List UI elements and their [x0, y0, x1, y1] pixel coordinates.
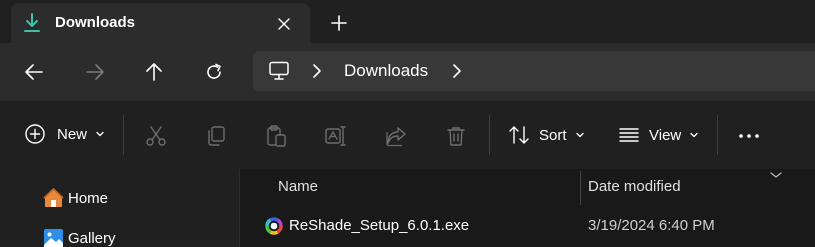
- tab-downloads[interactable]: Downloads: [11, 3, 310, 43]
- new-tab-button[interactable]: [328, 12, 350, 34]
- sidebar-item-label: Home: [68, 189, 109, 207]
- sort-label: Sort: [539, 126, 567, 144]
- reshade-app-icon: [265, 217, 283, 235]
- chevron-right-icon[interactable]: [311, 63, 323, 79]
- content-area: Home Gallery Name Date modified ReShade_…: [0, 169, 815, 247]
- forward-button[interactable]: [80, 57, 110, 87]
- sidebar-item-home[interactable]: Home: [43, 188, 108, 208]
- up-button[interactable]: [139, 57, 169, 87]
- refresh-button[interactable]: [199, 57, 229, 87]
- navigation-bar: Downloads: [0, 43, 815, 101]
- address-bar[interactable]: Downloads: [253, 51, 815, 91]
- column-header-date-modified[interactable]: Date modified: [588, 178, 681, 195]
- breadcrumb-downloads[interactable]: Downloads: [344, 61, 428, 81]
- tab-strip: Downloads: [0, 0, 815, 43]
- share-icon[interactable]: [384, 124, 408, 148]
- new-label: New: [57, 125, 88, 143]
- chevron-down-icon: [96, 131, 104, 137]
- new-button[interactable]: New: [24, 123, 105, 145]
- chevron-down-icon: [575, 132, 584, 138]
- tab-title: Downloads: [55, 14, 136, 31]
- command-separator: [717, 115, 718, 155]
- sidebar-item-label: Gallery: [68, 229, 116, 247]
- arrow-up-icon: [146, 63, 162, 81]
- close-icon: [278, 18, 290, 30]
- this-pc-icon[interactable]: [268, 61, 290, 81]
- command-separator: [123, 115, 124, 155]
- file-date-modified: 3/19/2024 6:40 PM: [588, 217, 715, 234]
- clipboard-icon[interactable]: [264, 124, 288, 148]
- table-row[interactable]: ReShade_Setup_6.0.1.exe 3/19/2024 6:40 P…: [258, 209, 815, 243]
- scissors-icon[interactable]: [144, 124, 168, 148]
- command-separator: [489, 115, 490, 155]
- ellipsis-icon[interactable]: [737, 124, 761, 148]
- chevron-down-icon[interactable]: [769, 171, 783, 179]
- close-tab-button[interactable]: [273, 13, 295, 35]
- pane-divider[interactable]: [239, 169, 240, 247]
- sidebar-item-gallery[interactable]: Gallery: [43, 228, 116, 247]
- back-button[interactable]: [19, 57, 49, 87]
- rename-icon[interactable]: [324, 124, 348, 148]
- copy-icon[interactable]: [204, 124, 228, 148]
- refresh-icon: [207, 63, 221, 79]
- chevron-down-icon: [690, 132, 698, 138]
- column-resize-handle[interactable]: [580, 171, 581, 205]
- download-arrow-icon: [24, 13, 40, 32]
- sort-button[interactable]: Sort: [508, 124, 585, 146]
- arrow-right-icon: [86, 64, 104, 80]
- home-icon: [43, 188, 64, 207]
- view-list-icon: [619, 128, 639, 142]
- navigation-pane: Home Gallery: [0, 169, 239, 247]
- view-button[interactable]: View: [618, 124, 699, 146]
- column-header-name[interactable]: Name: [278, 178, 318, 195]
- command-bar: New Sort View: [0, 101, 815, 169]
- plus-circle-icon: [25, 124, 45, 144]
- arrow-left-icon: [25, 64, 43, 80]
- chevron-right-icon[interactable]: [451, 63, 463, 79]
- sort-icon: [509, 126, 529, 144]
- gallery-icon: [44, 229, 63, 247]
- plus-icon: [331, 15, 347, 31]
- trash-icon[interactable]: [444, 124, 468, 148]
- file-name: ReShade_Setup_6.0.1.exe: [289, 217, 470, 234]
- view-label: View: [649, 126, 682, 144]
